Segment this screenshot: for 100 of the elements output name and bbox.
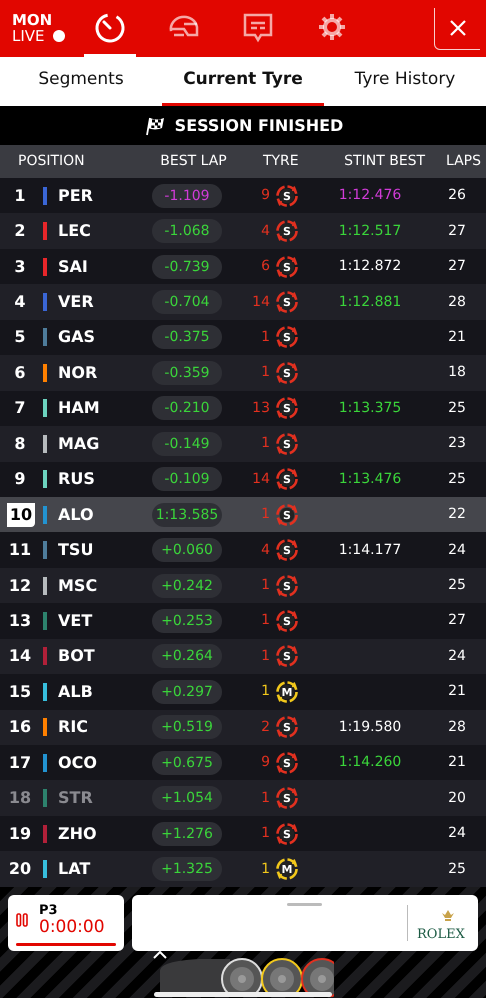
table-row[interactable]: 18 STR +1.054 1 S 20 (0, 780, 486, 816)
table-row[interactable]: 2 LEC -1.068 4 S 1:12.517 27 (0, 213, 486, 249)
close-button[interactable] (434, 8, 480, 50)
driver-code: RIC (58, 716, 90, 738)
driver-code: NOR (58, 362, 98, 384)
position-number: 12 (8, 574, 32, 597)
table-row[interactable]: 8 MAG -0.149 1 S 23 (0, 426, 486, 462)
lap-count: 22 (448, 506, 466, 522)
best-lap-time: +0.253 (152, 608, 222, 633)
tyre-compound-icon: S (275, 432, 299, 456)
driver-code: TSU (58, 539, 94, 562)
lap-count: 24 (448, 648, 466, 664)
table-row[interactable]: 14 BOT +0.264 1 S 24 (0, 638, 486, 674)
table-row[interactable]: 9 RUS -0.109 14 S 1:13.476 25 (0, 462, 486, 497)
tyre-laps: 1 (261, 825, 270, 842)
position-number: 18 (8, 787, 32, 810)
table-row[interactable]: 17 OCO +0.675 9 S 1:14.260 21 (0, 745, 486, 780)
table-row[interactable]: 12 MSC +0.242 1 S 25 (0, 568, 486, 604)
table-row[interactable]: 7 HAM -0.210 13 S 1:13.375 25 (0, 390, 486, 426)
stint-best-time: 1:12.517 (338, 222, 402, 239)
driver-code: VET (58, 610, 94, 632)
best-lap-time: +1.054 (152, 786, 222, 810)
tyre-laps: 1 (261, 683, 270, 700)
driver-code: VER (58, 291, 95, 314)
table-row[interactable]: 3 SAI -0.739 6 S 1:12.872 27 (0, 248, 486, 284)
best-lap-time: -0.375 (152, 325, 222, 350)
position-number: 4 (13, 291, 27, 314)
tab[interactable]: Segments (0, 57, 162, 106)
column-header: POSITION (18, 152, 85, 171)
lap-count: 28 (448, 294, 466, 310)
sponsor-logo-text: ROLEX (417, 926, 465, 944)
driver-code: STR (58, 787, 94, 810)
tyre-compound-icon: S (275, 608, 299, 633)
tyre-compound-icon: S (275, 184, 299, 208)
tyre-compound-icon: S (275, 644, 299, 668)
tyre-compound-icon: M (275, 857, 299, 882)
lap-count: 27 (448, 222, 466, 239)
column-header: BEST LAP (160, 152, 227, 171)
table-row[interactable]: 11 TSU +0.060 4 S 1:14.177 24 (0, 532, 486, 568)
table-row[interactable]: 5 GAS -0.375 1 S 21 (0, 320, 486, 356)
driver-code: BOT (58, 645, 96, 668)
best-lap-time: 1:13.585 (152, 502, 222, 527)
lap-count: 25 (448, 400, 466, 416)
table-row[interactable]: 1 PER -1.109 9 S 1:12.476 26 (0, 178, 486, 214)
stint-best-time: 1:13.476 (338, 470, 402, 487)
driver-code: ALO (58, 504, 95, 526)
table-row[interactable]: 13 VET +0.253 1 S 27 (0, 603, 486, 639)
pause-button[interactable] (15, 912, 29, 927)
column-header: LAPS (446, 152, 481, 171)
lap-count: 25 (448, 577, 466, 594)
tyre-laps: 4 (261, 222, 270, 239)
lap-count: 21 (448, 683, 466, 700)
close-icon (448, 19, 466, 37)
lap-count: 21 (448, 328, 466, 345)
driver-code: MAG (58, 432, 100, 455)
table-row[interactable]: 15 ALB +0.297 1 M 21 (0, 674, 486, 710)
lap-count: 27 (448, 612, 466, 628)
position-number: 2 (13, 220, 27, 242)
best-lap-time: +1.276 (152, 822, 222, 846)
driver-code: LEC (58, 220, 92, 242)
tyre-compound-icon: S (275, 219, 299, 244)
best-lap-time: +0.242 (152, 574, 222, 598)
tyre-laps: 1 (261, 364, 270, 380)
table-row[interactable]: 16 RIC +0.519 2 S 1:19.580 28 (0, 710, 486, 745)
tab[interactable]: Tyre History (324, 57, 486, 106)
stint-best-time: 1:19.580 (338, 718, 402, 735)
best-lap-time: -0.359 (152, 360, 222, 385)
tyre-compound-icon: M (275, 680, 299, 704)
session-status: SESSION FINISHED (174, 114, 344, 136)
tyre-laps: 2 (261, 718, 270, 735)
best-lap-time: -0.210 (152, 396, 222, 420)
position-number: 3 (13, 256, 27, 278)
lap-count: 24 (448, 825, 466, 842)
tyre-laps: 9 (261, 754, 270, 770)
tyre-laps: 1 (261, 577, 270, 594)
column-header: STINT BEST (344, 152, 426, 171)
driver-code: LAT (58, 858, 92, 880)
tyre-compound-icon: S (275, 325, 299, 350)
driver-code: PER (58, 184, 94, 207)
lap-count: 24 (448, 542, 466, 558)
tyre-compound-icon: S (275, 290, 299, 314)
table-row[interactable]: 20 LAT +1.325 1 M 25 (0, 851, 486, 887)
best-lap-time: -1.109 (152, 184, 222, 208)
driver-code: ALB (58, 680, 94, 703)
tyre-compound-icon: S (275, 822, 299, 846)
position-number: 10 (7, 502, 35, 527)
lap-count: 27 (448, 258, 466, 274)
table-row[interactable]: 19 ZHO +1.276 1 S 24 (0, 816, 486, 852)
lap-count: 18 (448, 364, 466, 380)
lap-count: 21 (448, 754, 466, 770)
tyre-compound-icon: S (275, 750, 299, 775)
stint-best-time: 1:13.375 (338, 400, 402, 416)
stint-best-time: 1:14.260 (338, 754, 402, 770)
tyre-laps: 13 (252, 400, 270, 416)
drag-handle[interactable] (287, 902, 322, 906)
table-row[interactable]: 4 VER -0.704 14 S 1:12.881 28 (0, 284, 486, 320)
tyre-laps: 1 (261, 328, 270, 345)
table-row[interactable]: 10 ALO 1:13.585 1 S 22 (0, 496, 486, 532)
table-row[interactable]: 6 NOR -0.359 1 S 18 (0, 355, 486, 391)
best-lap-time: +0.519 (152, 715, 222, 740)
